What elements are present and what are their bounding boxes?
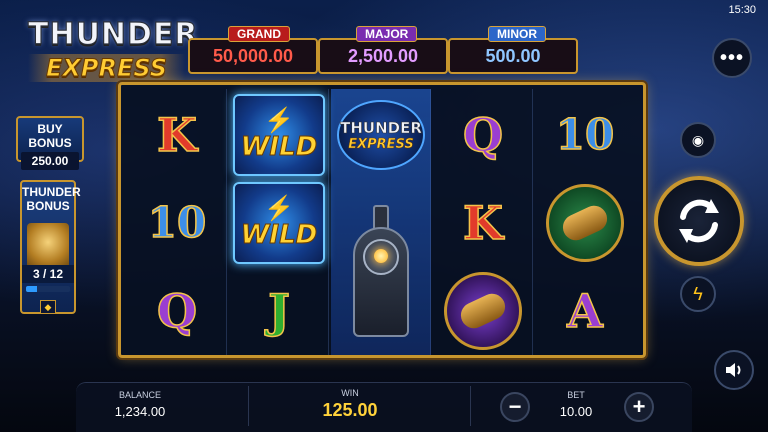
spin-button[interactable] — [654, 176, 744, 266]
turbo-button[interactable]: ϟ — [680, 276, 716, 312]
more-horizontal-icon: ••• — [719, 46, 744, 69]
reel-1: K 10 Q — [127, 89, 227, 355]
reel-1-symbol-3: Q — [127, 267, 227, 355]
coin-stack-icon: ◉ — [691, 131, 705, 148]
reel-frame: K 10 Q ⚡ WILD ⚡ WILD J THUNDER EXPRESS Q… — [118, 82, 646, 358]
symbol-q: Q — [156, 284, 198, 338]
diamond-icon: ◆ — [40, 300, 56, 314]
jackpot-major: 2,500.00 — [318, 38, 448, 74]
symbol-a: A — [566, 284, 603, 338]
bet-value: 10.00 — [559, 404, 593, 419]
speaker-icon — [726, 363, 741, 377]
lightning-icon: ⚡ — [264, 107, 294, 134]
logo-symbol: THUNDER EXPRESS — [337, 100, 425, 170]
bet-label: BET — [567, 390, 585, 400]
thunder-bonus-progress — [26, 286, 70, 292]
status-clock: 15:30 — [728, 4, 756, 16]
jackpot-major-label: MAJOR — [356, 26, 418, 42]
reel-1-symbol-2: 10 — [127, 179, 227, 267]
balance-label: BALANCE — [118, 390, 162, 400]
wild-symbol: ⚡ WILD — [233, 182, 325, 264]
menu-button[interactable]: ••• — [712, 38, 752, 78]
thunder-bonus-panel: THUNDER BONUS 3 / 12 ◆ — [20, 180, 81, 314]
reel-5-symbol-1: 10 — [535, 91, 635, 179]
train-icon — [341, 187, 421, 347]
symbol-10: 10 — [555, 110, 615, 159]
reel-4-symbol-1: Q — [433, 91, 533, 179]
logo-symbol-line-1: THUNDER — [340, 118, 422, 137]
jackpot-minor-label: MINOR — [488, 26, 546, 42]
coin-stack-button[interactable]: ◉ — [680, 122, 716, 158]
logo-symbol-line-2: EXPRESS — [348, 136, 414, 152]
jackpot-grand: 50,000.00 — [188, 38, 318, 74]
reel-3-symbol-2 — [331, 179, 431, 355]
train-headlamp — [374, 249, 388, 263]
divider — [248, 386, 249, 426]
jackpot-minor-value: 500.00 — [485, 45, 541, 66]
reel-4-symbol-2: K — [433, 179, 533, 267]
reel-2-symbol-3: J — [229, 267, 329, 355]
buy-bonus-price: 250.00 — [21, 152, 79, 170]
reel-5: 10 A — [535, 89, 635, 355]
win-label: WIN — [341, 388, 359, 398]
reel-3-symbol-1: THUNDER EXPRESS — [331, 91, 431, 179]
thunder-bonus-label-2: BONUS — [26, 199, 70, 213]
reel-5-symbol-3: A — [535, 267, 635, 355]
symbol-10: 10 — [147, 198, 207, 247]
reel-2-symbol-2: ⚡ WILD — [229, 179, 329, 267]
refresh-icon — [679, 199, 719, 243]
lightning-icon: ⚡ — [264, 195, 294, 222]
reel-2-symbol-1: ⚡ WILD — [229, 91, 329, 179]
jackpot-grand-value: 50,000.00 — [212, 45, 294, 66]
cylinder-icon — [558, 201, 612, 245]
divider — [470, 386, 471, 426]
reel-2: ⚡ WILD ⚡ WILD J — [229, 89, 329, 355]
bet-decrease-button[interactable]: − — [500, 392, 530, 422]
thunder-coil-icon — [444, 272, 522, 350]
buy-bonus-button[interactable]: BUY BONUS 250.00 — [16, 116, 84, 170]
game-screen: 15:30 THUNDER EXPRESS 50,000.00 GRAND 2,… — [0, 0, 768, 432]
wild-label: WILD — [240, 220, 318, 250]
symbol-k: K — [462, 196, 503, 250]
symbol-k: K — [156, 108, 197, 162]
win-value: 125.00 — [322, 400, 378, 420]
wild-symbol: ⚡ WILD — [233, 94, 325, 176]
wild-label: WILD — [240, 132, 318, 162]
logo-line-2: EXPRESS — [28, 54, 186, 83]
thunder-bonus-counter: 3 / 12 — [22, 265, 74, 283]
thunder-bonus-label-1: THUNDER — [22, 185, 81, 199]
jackpot-minor: 500.00 — [448, 38, 578, 74]
reel-1-symbol-1: K — [127, 91, 227, 179]
golden-train-icon — [27, 223, 69, 271]
logo-line-1: THUNDER — [27, 17, 199, 52]
reel-4-symbol-3 — [433, 267, 533, 355]
piston-icon — [546, 184, 624, 262]
reel-5-symbol-2 — [535, 179, 635, 267]
game-logo: THUNDER EXPRESS — [27, 17, 199, 88]
symbol-j: J — [267, 284, 290, 338]
bet-increase-button[interactable]: + — [624, 392, 654, 422]
balance-value: 1,234.00 — [114, 404, 166, 419]
lightning-icon: ϟ — [693, 283, 703, 304]
sound-button[interactable] — [714, 350, 754, 390]
reel-4: Q K — [433, 89, 533, 355]
jackpot-major-value: 2,500.00 — [347, 45, 419, 66]
buy-bonus-label: BUY BONUS — [28, 122, 72, 150]
jackpot-grand-label: GRAND — [228, 26, 290, 42]
coil-icon — [456, 289, 510, 333]
reel-3: THUNDER EXPRESS — [331, 89, 431, 355]
symbol-q: Q — [462, 108, 504, 162]
